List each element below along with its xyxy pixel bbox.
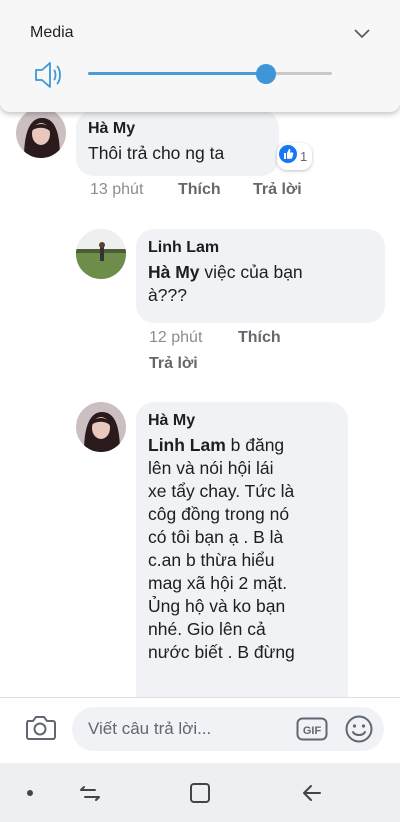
svg-text:GIF: GIF [303,725,322,737]
back-icon[interactable] [300,781,324,805]
like-button[interactable]: Thích [238,329,281,347]
reply-label: Trả lời [149,355,198,372]
volume-slider-thumb[interactable] [256,64,277,84]
comment-bubble: Hà My Thôi trả cho ng ta [76,110,279,176]
comment-text: Linh Lam b đăng lên và nói hội lái xe tẩy … [148,435,295,662]
like-label: Thích [238,329,281,346]
like-button[interactable]: Thích [178,181,221,199]
comment-bubble: Hà My Linh Lam b đăng lên và nói hội lái x… [136,402,348,697]
home-icon[interactable] [188,781,212,805]
emoji-icon[interactable] [344,714,374,744]
comment-author[interactable]: Linh Lam [148,239,373,257]
mention-link[interactable]: Linh Lam [148,435,226,455]
reply-button[interactable]: Trả lời [149,355,198,373]
speaker-icon[interactable] [32,58,66,92]
media-volume-panel: Media [0,0,400,112]
reaction-count: 1 [300,149,308,164]
avatar[interactable] [76,402,126,452]
comment-time: 12 phút [149,329,203,346]
comment-author[interactable]: Hà My [148,412,336,430]
comment-text: Hà My việc của bạn à??? [148,262,303,305]
system-navigation-bar [0,763,400,822]
nav-dot-icon [18,781,42,805]
recent-apps-icon[interactable] [78,781,102,805]
media-title: Media [30,24,74,41]
mention-link[interactable]: Hà My [148,262,200,282]
reply-label: Trả lời [253,181,302,198]
comment-author[interactable]: Hà My [88,120,267,138]
comment-text: Thôi trả cho ng ta [88,143,225,163]
volume-slider-fill [88,72,267,75]
reply-input-box[interactable]: Viết câu trả lời... GIF [72,707,384,751]
reply-input[interactable]: Viết câu trả lời... [88,719,211,739]
like-reaction-icon [279,145,297,168]
reply-composer: Viết câu trả lời... GIF [0,697,400,763]
avatar[interactable] [16,108,66,158]
camera-icon[interactable] [24,714,56,742]
like-label: Thích [178,181,221,198]
comment-time: 13 phút [90,181,144,198]
comment-bubble: Linh Lam Hà My việc của bạn à??? [136,229,385,323]
gif-icon[interactable]: GIF [296,717,328,741]
volume-slider[interactable] [88,64,332,84]
avatar[interactable] [76,229,126,279]
reply-button[interactable]: Trả lời [253,181,302,199]
reaction-badge[interactable]: 1 [277,143,313,170]
chevron-down-icon[interactable] [354,26,370,42]
